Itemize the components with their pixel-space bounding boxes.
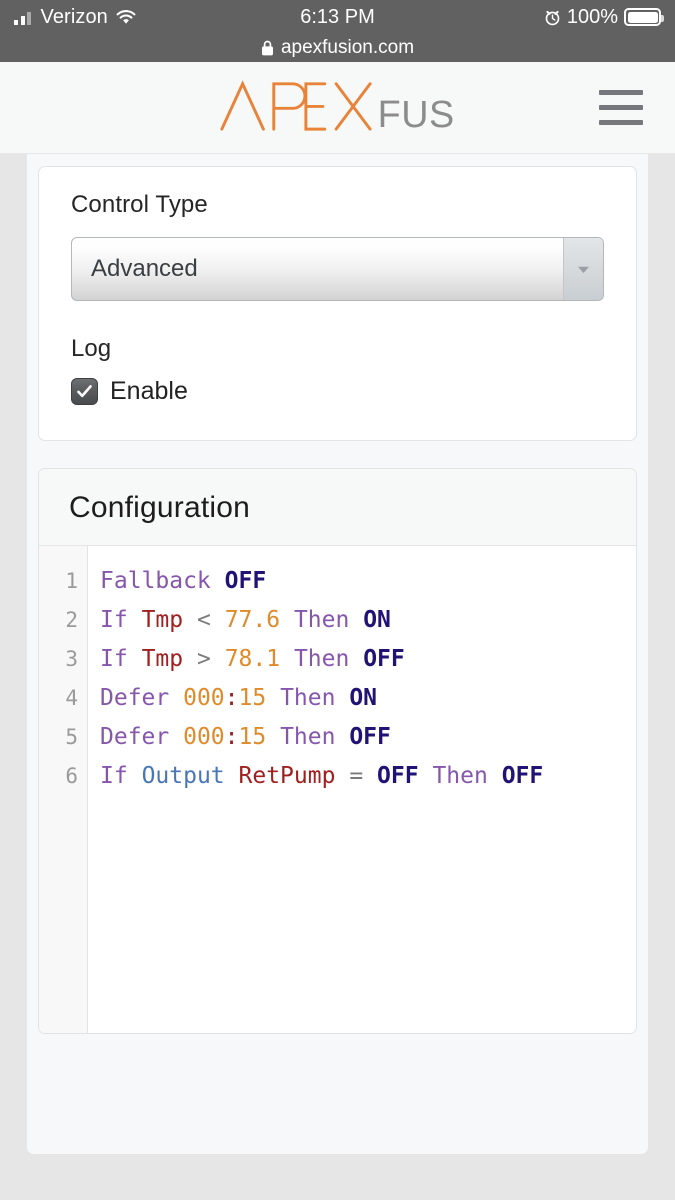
code-line[interactable]: If Output RetPump = OFF Then OFF [100, 757, 636, 796]
code-token: Tmp [141, 646, 184, 672]
control-type-select[interactable]: Advanced [71, 237, 604, 301]
logo-apex-wordmark: FUSION [218, 79, 522, 136]
code-token: > [196, 646, 211, 672]
code-line[interactable]: Fallback OFF [100, 562, 636, 601]
page-url-label: apexfusion.com [280, 37, 415, 58]
log-enable-checkbox[interactable] [71, 378, 98, 405]
line-number: 3 [65, 647, 78, 671]
ios-status-bar: Verizon 6:13 PM 100% apexfusion.com [0, 0, 675, 62]
code-token: Output [141, 763, 225, 789]
code-token: Fallback [100, 568, 211, 594]
code-token: Then [280, 685, 336, 711]
code-token: OFF [377, 763, 419, 789]
code-token: If [100, 763, 128, 789]
code-line[interactable]: If Tmp < 77.6 Then ON [100, 601, 636, 640]
code-token: 78.1 [224, 646, 281, 672]
code-token: Then [293, 646, 350, 672]
code-token: If [100, 607, 128, 633]
code-token: ON [363, 607, 391, 633]
code-token: OFF [501, 763, 544, 789]
content-container: Control Type Advanced Log Enable Configu… [27, 154, 648, 1154]
control-type-label: Control Type [71, 191, 208, 218]
lock-icon [261, 40, 274, 56]
code-token: RetPump [238, 763, 336, 789]
code-token: 77.6 [224, 607, 281, 633]
site-header: FUSION [0, 62, 675, 154]
code-token: < [196, 607, 211, 633]
code-content[interactable]: Fallback OFF If Tmp < 77.6 Then ON If Tmp … [88, 546, 636, 1033]
line-number-gutter: 1 2 3 4 5 6 [39, 546, 88, 1033]
code-token: = [349, 763, 364, 789]
checkmark-icon [77, 385, 92, 398]
configuration-panel: Configuration 123456 Fallback OFF If Tmp … [38, 468, 637, 1034]
code-token: Then [293, 607, 350, 633]
code-token: Defer [100, 685, 170, 711]
status-bar-top-row: Verizon 6:13 PM 100% [0, 0, 675, 34]
code-token: Tmp [141, 607, 184, 633]
line-number: 2 [65, 608, 78, 632]
code-token: OFF [349, 724, 391, 750]
line-number: 6 [65, 764, 78, 788]
control-type-selected-value: Advanced [91, 255, 198, 282]
code-token: 15 [238, 685, 267, 711]
status-bar-clock: 6:13 PM [300, 5, 375, 28]
brand-logo: FUSION [0, 62, 675, 153]
status-bar-url-row: apexfusion.com [0, 34, 675, 62]
control-settings-panel: Control Type Advanced Log Enable [38, 166, 637, 441]
line-number: 4 [65, 686, 78, 710]
code-token: OFF [363, 646, 405, 672]
code-token: OFF [224, 568, 267, 594]
code-token: 000 [183, 685, 225, 711]
page-body: Control Type Advanced Log Enable Configu… [0, 154, 675, 1200]
line-number: 1 [65, 569, 78, 593]
code-token: : [224, 685, 239, 711]
code-token: 000 [183, 724, 225, 750]
configuration-title: Configuration [69, 491, 251, 524]
log-enable-row[interactable]: Enable [71, 377, 604, 406]
code-line[interactable]: Defer 000:15 Then OFF [100, 718, 636, 757]
code-line[interactable]: If Tmp > 78.1 Then OFF [100, 640, 636, 679]
log-label: Log [71, 335, 112, 362]
battery-full-icon [624, 8, 664, 26]
code-token: Then [280, 724, 336, 750]
code-token: If [100, 646, 128, 672]
logo-fusion-text: FUSION [377, 94, 457, 131]
hamburger-menu-icon[interactable] [599, 88, 647, 128]
code-token: 15 [238, 724, 267, 750]
log-enable-label: Enable [110, 377, 188, 405]
code-line[interactable]: Defer 000:15 Then ON [100, 679, 636, 718]
chevron-down-icon[interactable] [563, 238, 603, 300]
configuration-code-editor[interactable]: 123456 Fallback OFF If Tmp < 77.6 Then ON… [39, 546, 636, 1033]
code-token: ON [349, 685, 378, 711]
code-token: : [224, 724, 239, 750]
code-token: Then [432, 763, 488, 789]
code-token: Defer [100, 724, 170, 750]
line-number: 5 [65, 725, 78, 749]
configuration-panel-header: Configuration [39, 469, 636, 546]
